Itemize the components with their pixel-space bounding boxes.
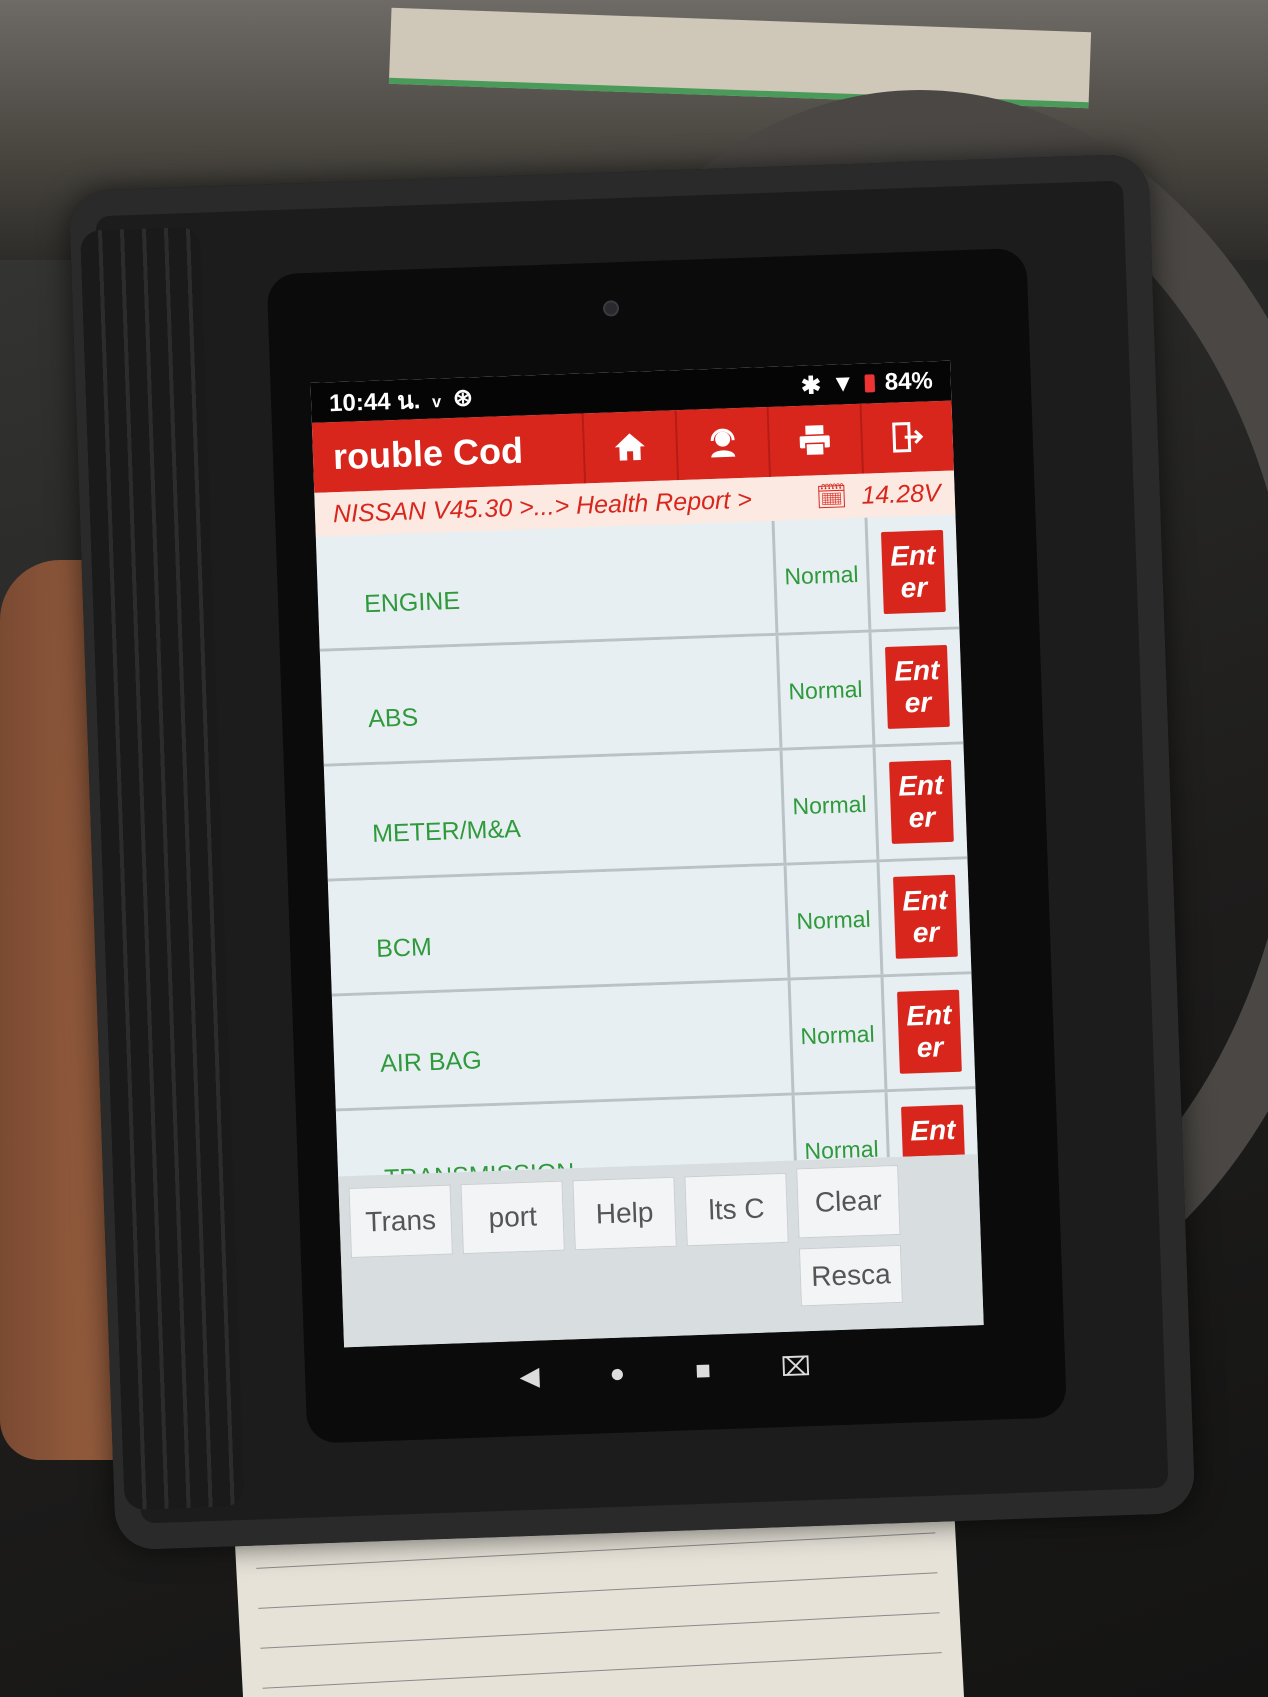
settings-status-icon: ⊛: [452, 383, 474, 412]
system-status: Normal: [786, 862, 884, 978]
system-name: METER/M&A: [323, 750, 787, 879]
help-button[interactable]: Help: [572, 1176, 677, 1251]
system-status: Normal: [774, 517, 872, 633]
calendar-icon: 🗓: [815, 481, 848, 511]
system-status: Normal: [790, 977, 888, 1093]
enter-button[interactable]: Enter: [893, 874, 958, 959]
exit-icon: [891, 422, 924, 453]
tablet-screen: 10:44 น. ᵥ ⊛ ✱ ▼ 84% rouble Cod NISSAN V…: [310, 360, 984, 1348]
table-row: ENGINE Normal Ent er: [315, 514, 960, 652]
photo-scene: 10:44 น. ᵥ ⊛ ✱ ▼ 84% rouble Cod NISSAN V…: [0, 0, 1268, 1697]
enter-button[interactable]: Enter: [885, 644, 950, 729]
rescan-button[interactable]: Resca: [798, 1244, 903, 1307]
paper-line: [260, 1612, 940, 1649]
table-row: METER/M&A Normal Ent er: [323, 744, 968, 882]
bluetooth-icon: ✱: [800, 371, 822, 400]
page-title: rouble Cod: [332, 429, 524, 478]
home-button[interactable]: [581, 410, 677, 484]
system-list: ENGINE Normal Ent er ABS Normal Ent er MET…: [315, 514, 978, 1177]
system-status: Normal: [778, 632, 876, 748]
paper-line: [262, 1652, 942, 1689]
enter-button[interactable]: Enter: [897, 989, 962, 1074]
table-row: AIR BAG Normal Ent er: [331, 974, 976, 1112]
system-name: BCM: [327, 865, 791, 994]
enter-button[interactable]: Enter: [880, 529, 946, 615]
usb-icon: ᵥ: [431, 384, 442, 412]
support-icon: [710, 428, 736, 458]
results-button[interactable]: lts C: [684, 1172, 789, 1247]
system-name: ABS: [319, 635, 783, 764]
system-name: ENGINE: [315, 520, 779, 649]
scan-tablet: 10:44 น. ᵥ ⊛ ✱ ▼ 84% rouble Cod NISSAN V…: [68, 153, 1196, 1551]
screenshot-icon[interactable]: ⌧: [780, 1351, 811, 1383]
battery-voltage: 14.28V: [860, 478, 942, 510]
print-icon: [799, 425, 831, 457]
exit-button[interactable]: [858, 400, 954, 474]
system-name: AIR BAG: [331, 980, 795, 1109]
battery-level: 84%: [884, 367, 934, 396]
wifi-icon: ▼: [830, 369, 856, 398]
trans-button[interactable]: Trans: [348, 1184, 453, 1259]
table-row: BCM Normal Ent er: [327, 859, 972, 997]
battery-icon: [864, 374, 876, 393]
home-icon: [615, 433, 646, 461]
clock: 10:44 น.: [328, 386, 421, 417]
print-button[interactable]: [766, 403, 862, 477]
report-button[interactable]: port: [460, 1180, 565, 1255]
back-icon[interactable]: ◀: [519, 1360, 540, 1392]
bottom-toolbar: Trans port Help lts C Clear Resca: [338, 1154, 984, 1348]
system-status: Normal: [782, 747, 880, 863]
home-nav-icon[interactable]: ●: [609, 1357, 626, 1389]
breadcrumb-path[interactable]: NISSAN V45.30 >...> Health Report >: [333, 485, 753, 529]
clear-button[interactable]: Clear: [796, 1164, 901, 1239]
support-button[interactable]: [674, 407, 769, 481]
table-row: ABS Normal Ent er: [319, 629, 964, 767]
enter-button[interactable]: Enter: [889, 759, 954, 844]
recents-icon[interactable]: ■: [695, 1354, 712, 1386]
paper-line: [258, 1572, 938, 1609]
